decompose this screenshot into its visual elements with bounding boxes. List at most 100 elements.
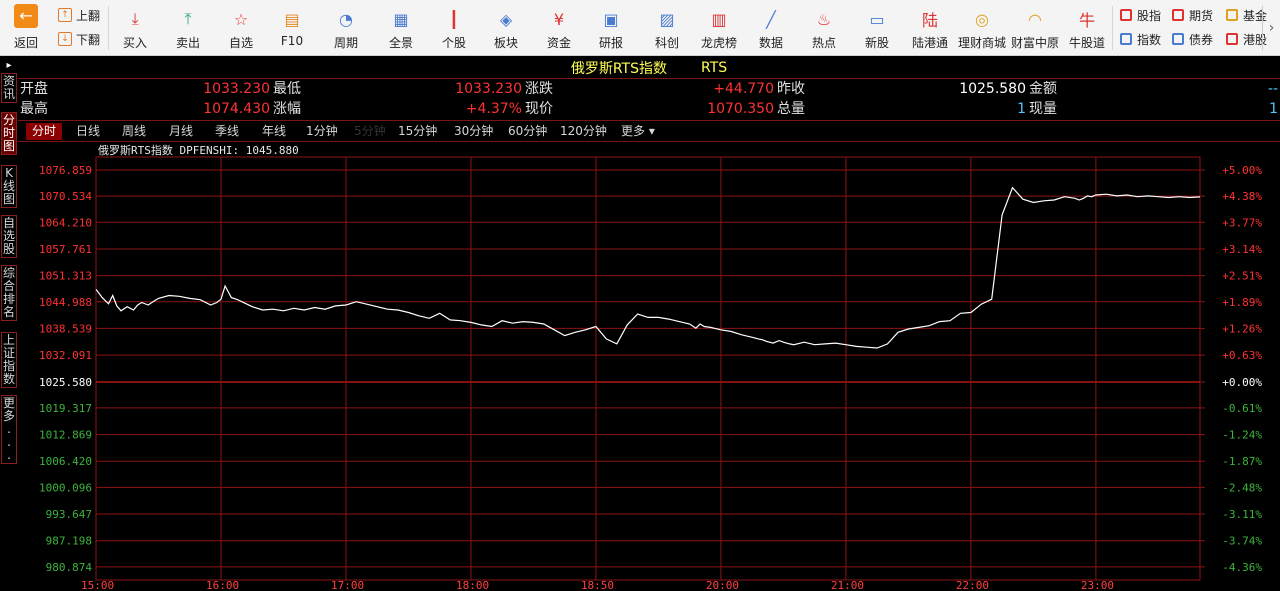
chg-pct-label: 涨幅 — [273, 101, 301, 117]
wealth-zy-label: 财富中原 — [1010, 36, 1059, 50]
funds-link[interactable]: 基金 — [1226, 6, 1267, 24]
chg-pct-value: +4.37% — [465, 101, 522, 117]
instrument-code: RTS — [701, 59, 728, 76]
y-tick-label: 1057.761 — [39, 243, 92, 256]
star-market-label: 科创 — [654, 36, 679, 50]
side-tab-news[interactable]: 资讯 — [1, 73, 17, 103]
down-arrow-icon: ↓ — [58, 32, 72, 46]
panorama-button[interactable]: ▦ 全景 — [373, 0, 429, 56]
pct-tick-label: -3.74% — [1222, 535, 1262, 548]
pct-tick-label: -0.61% — [1222, 402, 1262, 415]
y-tick-label: 1070.534 — [39, 190, 92, 203]
pct-tick-label: +2.51% — [1222, 270, 1262, 283]
period-tab[interactable]: 年线 — [256, 123, 292, 140]
up-arrow-icon: ↑ — [58, 8, 72, 22]
back-arrow-icon: ← — [14, 4, 38, 28]
hk-connect-label: 陆港通 — [911, 36, 948, 50]
y-tick-label: 1006.420 — [39, 455, 92, 468]
bonds-label: 债券 — [1189, 32, 1214, 47]
wealth-mall-button[interactable]: ◎ 理财商城 — [954, 0, 1010, 56]
period-tab[interactable]: 更多 ▾ — [615, 123, 661, 140]
x-tick-label: 21:00 — [831, 579, 864, 591]
period-button[interactable]: ◔ 周期 — [318, 0, 374, 56]
hk-connect-button[interactable]: 陆陆港通 — [902, 0, 958, 56]
high-label: 最高 — [20, 101, 48, 117]
ipo-icon: ▭ — [869, 9, 885, 29]
period-tab[interactable]: 月线 — [163, 123, 199, 140]
f10-icon: ▤ — [284, 9, 300, 29]
y-tick-label: 987.198 — [46, 535, 92, 548]
sector-button[interactable]: ◈ 板块 — [478, 0, 534, 56]
buy-button[interactable]: ⤓ 买入 — [107, 0, 163, 56]
page-up-button[interactable]: ↑ 上翻 — [58, 6, 100, 24]
wealth-zy-button[interactable]: ◠ 财富中原 — [1007, 0, 1063, 56]
period-tab[interactable]: 30分钟 — [448, 123, 499, 140]
y-tick-label: 993.647 — [46, 508, 92, 521]
period-tab[interactable]: 季线 — [209, 123, 245, 140]
page-down-button[interactable]: ↓ 下翻 — [58, 30, 100, 48]
futures-label: 期货 — [1189, 8, 1214, 23]
period-tab[interactable]: 周线 — [116, 123, 152, 140]
quote-panel: 开盘 1033.230 最高 1074.430 最低 1033.230 涨幅 +… — [18, 78, 1280, 118]
ipo-label: 新股 — [864, 36, 889, 50]
wealth-mall-label: 理财商城 — [957, 36, 1006, 50]
hot-button[interactable]: ♨ 热点 — [796, 0, 852, 56]
research-icon: ▣ — [603, 9, 619, 29]
y-tick-label: 1076.859 — [39, 164, 92, 177]
period-tab[interactable]: 日线 — [70, 123, 106, 140]
side-tab-watchlist[interactable]: 自选股 — [1, 215, 17, 258]
indices-link[interactable]: 指数 — [1120, 30, 1161, 48]
star-market-button[interactable]: ▨ 科创 — [639, 0, 695, 56]
x-tick-label: 16:00 — [206, 579, 239, 591]
ipo-button[interactable]: ▭ 新股 — [849, 0, 905, 56]
research-button[interactable]: ▣ 研报 — [583, 0, 639, 56]
index-futures-link[interactable]: 股指 — [1120, 6, 1161, 24]
pct-tick-label: +3.77% — [1222, 216, 1262, 229]
y-tick-label: 1038.539 — [39, 322, 92, 335]
period-tab[interactable]: 1分钟 — [300, 123, 344, 140]
side-tab-kline[interactable]: K线图 — [1, 165, 17, 208]
toolbar-scroll-right-button[interactable]: › — [1262, 6, 1280, 50]
side-tab-more[interactable]: 更多... — [1, 395, 17, 464]
volume-value: 1 — [1017, 101, 1026, 117]
side-tab-sh-index[interactable]: 上证指数 — [1, 332, 17, 388]
pct-tick-label: -2.48% — [1222, 481, 1262, 494]
period-tab[interactable]: 15分钟 — [392, 123, 443, 140]
buy-icon: ⤓ — [131, 9, 139, 28]
back-button[interactable]: ← 返回 — [6, 4, 46, 52]
pct-tick-label: -4.36% — [1222, 561, 1262, 574]
period-tab[interactable]: 分时 — [26, 123, 63, 140]
pct-tick-label: -1.24% — [1222, 429, 1262, 442]
side-tab-intraday[interactable]: 分时图 — [1, 112, 17, 155]
capital-button[interactable]: ¥ 资金 — [531, 0, 587, 56]
x-tick-label: 18:50 — [581, 579, 614, 591]
niugudao-button[interactable]: 牛牛股道 — [1059, 0, 1115, 56]
side-tab-ranking[interactable]: 综合排名 — [1, 265, 17, 321]
prev-close-value: 1025.580 — [959, 81, 1026, 97]
y-tick-label: 980.874 — [46, 561, 93, 574]
data-button[interactable]: ╱ 数据 — [743, 0, 799, 56]
hot-label: 热点 — [811, 36, 836, 50]
f10-button[interactable]: ▤ F10 — [264, 0, 320, 56]
dragon-tiger-icon: ▥ — [711, 9, 727, 29]
period-tab[interactable]: 60分钟 — [502, 123, 553, 140]
dragon-tiger-button[interactable]: ▥ 龙虎榜 — [691, 0, 747, 56]
stock-button[interactable]: ┃ 个股 — [426, 0, 482, 56]
y-tick-label: 1051.313 — [39, 270, 92, 283]
futures-link[interactable]: 期货 — [1172, 6, 1213, 24]
funds-icon — [1226, 9, 1238, 21]
y-tick-label: 1044.988 — [39, 296, 92, 309]
hk-stocks-link[interactable]: 港股 — [1226, 30, 1267, 48]
period-tab[interactable]: 120分钟 — [554, 123, 613, 140]
indices-icon — [1120, 33, 1132, 45]
period-tab[interactable]: 5分钟 — [348, 123, 392, 140]
watchlist-button[interactable]: ☆ 自选 — [213, 0, 269, 56]
price-label: 现价 — [525, 101, 553, 117]
price-value: 1070.350 — [707, 101, 774, 117]
research-label: 研报 — [598, 36, 623, 50]
data-label: 数据 — [758, 36, 783, 50]
side-collapse-icon[interactable]: ▸ — [1, 59, 17, 73]
sell-button[interactable]: ⤒ 卖出 — [160, 0, 216, 56]
wealth-zy-icon: ◠ — [1028, 9, 1042, 29]
bonds-link[interactable]: 债券 — [1172, 30, 1213, 48]
